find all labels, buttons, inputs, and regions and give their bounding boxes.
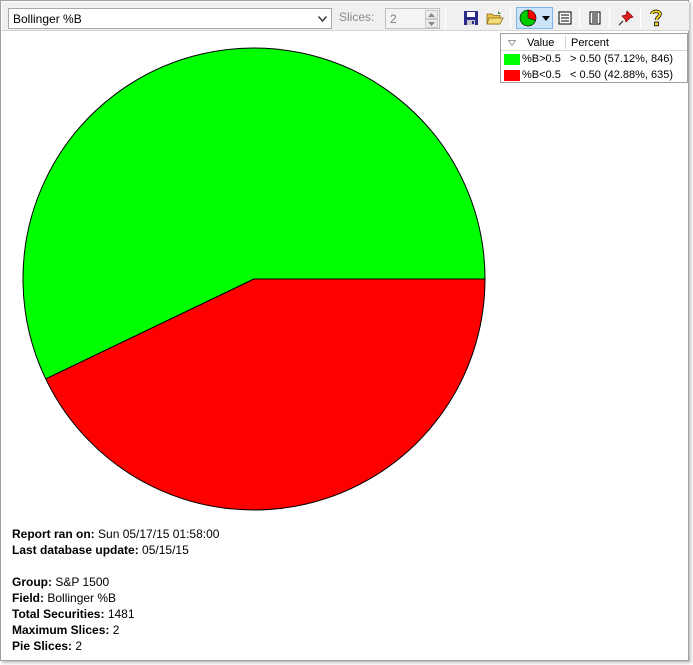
legend-label: %B>0.5 <box>522 53 561 65</box>
stepper-up-icon[interactable] <box>425 10 438 19</box>
stepper-down-icon[interactable] <box>425 19 438 28</box>
legend-header-percent[interactable]: Percent <box>571 37 609 49</box>
legend-row[interactable]: %B<0.5 < 0.50 (42.88%, 635) <box>501 68 687 83</box>
legend-percent: > 0.50 (57.12%, 846) <box>570 53 674 65</box>
pie-report-window: Bollinger %B Slices: 2 Value Percent %B>… <box>0 0 689 661</box>
legend-percent: < 0.50 (42.88%, 635) <box>570 69 674 81</box>
group-info: Group: S&P 1500 <box>12 575 110 589</box>
legend-header-value[interactable]: Value <box>527 37 554 49</box>
legend-header: Value Percent <box>501 34 687 51</box>
help-icon[interactable] <box>645 7 667 29</box>
toolbar-separator <box>579 7 580 29</box>
pie-chart <box>22 47 486 511</box>
toolbar-separator <box>609 7 610 29</box>
total-securities: Total Securities: 1481 <box>12 607 135 621</box>
pie-slices: Pie Slices: 2 <box>12 639 83 653</box>
field-select[interactable]: Bollinger %B <box>8 8 332 29</box>
sort-indicator-icon[interactable] <box>507 37 517 49</box>
slices-value: 2 <box>390 12 397 26</box>
legend-label: %B<0.5 <box>522 69 561 81</box>
pie-chart-icon <box>519 9 537 27</box>
report-ran-on: Report ran on: Sun 05/17/15 01:58:00 <box>12 527 220 541</box>
dropdown-arrow-icon <box>542 15 550 21</box>
field-info: Field: Bollinger %B <box>12 591 117 605</box>
save-icon[interactable] <box>460 7 482 29</box>
list-view-icon[interactable] <box>554 7 576 29</box>
report-summary: Report ran on: Sun 05/17/15 01:58:00 Las… <box>12 526 219 654</box>
toolbar: Bollinger %B Slices: 2 <box>2 2 689 31</box>
field-select-value: Bollinger %B <box>13 12 82 26</box>
maximum-slices: Maximum Slices: 2 <box>12 623 120 637</box>
column-divider <box>565 36 566 49</box>
pie-legend: Value Percent %B>0.5 > 0.50 (57.12%, 846… <box>500 33 688 83</box>
slices-stepper[interactable]: 2 <box>385 8 440 29</box>
last-database-update: Last database update: 05/15/15 <box>12 543 189 557</box>
pie-chart-button[interactable] <box>516 7 553 29</box>
pin-icon[interactable] <box>615 7 637 29</box>
legend-swatch <box>504 54 520 65</box>
toolbar-separator <box>445 7 446 29</box>
report-view-icon[interactable] <box>584 7 606 29</box>
toolbar-separator <box>640 7 641 29</box>
legend-swatch <box>504 70 520 81</box>
chevron-down-icon[interactable] <box>314 9 331 28</box>
legend-row[interactable]: %B>0.5 > 0.50 (57.12%, 846) <box>501 52 687 67</box>
slices-label: Slices: <box>339 10 375 24</box>
open-folder-icon[interactable] <box>484 7 506 29</box>
toolbar-separator <box>510 7 511 29</box>
